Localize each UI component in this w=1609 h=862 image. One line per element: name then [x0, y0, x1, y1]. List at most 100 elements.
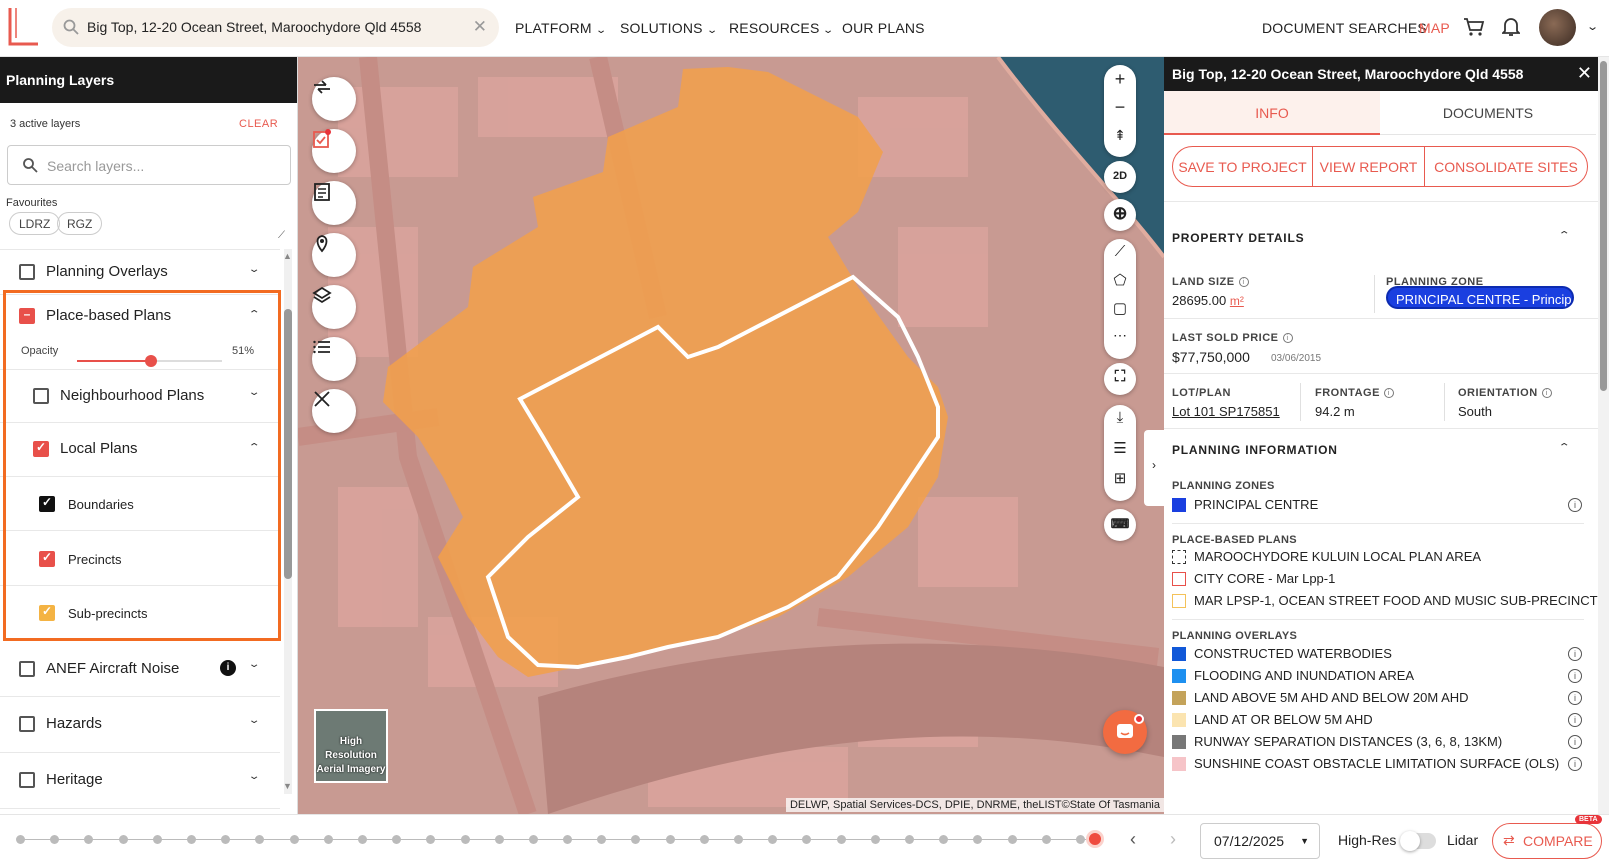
- more-icon[interactable]: ⋯: [1104, 327, 1136, 344]
- info-icon[interactable]: i: [220, 660, 236, 676]
- nav-solutions[interactable]: SOLUTIONS ⌄: [620, 20, 718, 36]
- legend-row[interactable]: FLOODING AND INUNDATION AREA i: [1172, 666, 1586, 686]
- legend-row[interactable]: PRINCIPAL CENTRE i: [1172, 495, 1586, 515]
- nav-document-searches[interactable]: DOCUMENT SEARCHES: [1262, 20, 1427, 36]
- chevron-down-icon[interactable]: ⌄: [248, 771, 261, 782]
- cart-icon[interactable]: [1463, 17, 1485, 37]
- timeline-tick[interactable]: [1041, 835, 1051, 844]
- timeline-tick[interactable]: [665, 835, 675, 844]
- timeline-tick[interactable]: [768, 835, 778, 844]
- planning-zone-badge[interactable]: PRINCIPAL CENTRE - Principal Centre Zone: [1386, 286, 1574, 309]
- scrollbar-thumb[interactable]: [284, 309, 292, 579]
- address-search-bar[interactable]: Big Top, 12-20 Ocean Street, Maroochydor…: [52, 8, 499, 47]
- chevron-up-icon[interactable]: ⌄: [1558, 440, 1571, 451]
- timeline-tick[interactable]: [118, 835, 128, 844]
- clipboard-button[interactable]: [312, 181, 356, 225]
- timeline-tick[interactable]: [973, 835, 983, 844]
- scrollbar[interactable]: [1598, 57, 1609, 814]
- measure-tools-button[interactable]: [312, 389, 356, 433]
- polygon-draw-icon[interactable]: ⬠: [1104, 271, 1136, 289]
- sliders-icon[interactable]: ☰: [1104, 439, 1136, 457]
- info-icon[interactable]: i: [1238, 277, 1249, 288]
- tab-documents[interactable]: DOCUMENTS: [1380, 91, 1596, 135]
- consolidate-sites-button[interactable]: CONSOLIDATE SITES: [1425, 147, 1587, 186]
- high-resolution-imagery-toggle[interactable]: High Resolution Aerial Imagery: [314, 709, 388, 783]
- legend-row[interactable]: SUNSHINE COAST OBSTACLE LIMITATION SURFA…: [1172, 754, 1586, 774]
- rectangle-draw-icon[interactable]: ▢: [1104, 299, 1136, 317]
- timeline-tick[interactable]: [870, 835, 880, 844]
- timeline-tick[interactable]: [563, 835, 573, 844]
- timeline-tick[interactable]: [84, 835, 94, 844]
- date-select[interactable]: 07/12/2025 ▼: [1200, 823, 1320, 859]
- timeline-tick[interactable]: [699, 835, 709, 844]
- 2d-toggle-button[interactable]: 2D: [1104, 161, 1136, 193]
- info-icon[interactable]: i: [1541, 388, 1552, 399]
- timeline-tick[interactable]: [392, 835, 402, 844]
- legend-row[interactable]: CONSTRUCTED WATERBODIES i: [1172, 644, 1586, 664]
- chevron-down-icon[interactable]: ⌄: [248, 659, 261, 670]
- timeline-tick[interactable]: [255, 835, 265, 844]
- timeline-tick[interactable]: [16, 835, 25, 844]
- scroll-down-icon[interactable]: ▼: [283, 781, 292, 791]
- layer-group-heritage[interactable]: Heritage ⌄: [0, 754, 280, 809]
- info-icon[interactable]: i: [1568, 498, 1582, 512]
- keyboard-icon[interactable]: ⌨: [1104, 509, 1136, 541]
- info-icon[interactable]: i: [1568, 713, 1582, 727]
- brand-logo[interactable]: [6, 6, 40, 46]
- map-view[interactable]: High Resolution Aerial Imagery + − ⇞ 2D …: [298, 57, 1164, 814]
- nav-our-plans[interactable]: OUR PLANS: [842, 20, 925, 36]
- info-icon[interactable]: i: [1568, 735, 1582, 749]
- download-icon[interactable]: ⤓: [1104, 409, 1136, 426]
- bell-icon[interactable]: [1502, 17, 1520, 37]
- chevron-down-icon[interactable]: ⌄: [248, 715, 261, 726]
- timeline-tick[interactable]: [836, 835, 846, 844]
- next-date-icon[interactable]: ›: [1170, 829, 1176, 850]
- legend-row[interactable]: MAR LPSP-1, OCEAN STREET FOOD AND MUSIC …: [1172, 591, 1598, 611]
- chevron-down-icon[interactable]: ⌄: [1586, 20, 1599, 33]
- user-avatar[interactable]: [1539, 9, 1576, 46]
- timeline-tick[interactable]: [1076, 835, 1085, 844]
- swap-arrows-button[interactable]: [312, 77, 356, 121]
- lot-plan-link[interactable]: Lot 101 SP175851: [1172, 404, 1280, 419]
- chevron-down-icon[interactable]: ⌄: [248, 264, 261, 275]
- checkbox[interactable]: [19, 716, 35, 732]
- tab-info[interactable]: INFO: [1164, 91, 1380, 135]
- timeline-tick[interactable]: [939, 835, 949, 844]
- scrollbar[interactable]: ▲ ▼: [283, 249, 292, 794]
- legend-row[interactable]: LAND ABOVE 5M AHD AND BELOW 20M AHD i: [1172, 688, 1586, 708]
- timeline-tick[interactable]: [802, 835, 812, 844]
- timeline-tick[interactable]: [460, 835, 470, 844]
- timeline-tick[interactable]: [631, 835, 641, 844]
- favourite-chip[interactable]: LDRZ: [9, 212, 61, 235]
- nav-platform[interactable]: PLATFORM ⌄: [515, 20, 607, 36]
- view-report-button[interactable]: VIEW REPORT: [1313, 147, 1425, 186]
- timeline-tick[interactable]: [50, 835, 60, 844]
- location-pin-button[interactable]: [312, 233, 356, 277]
- info-icon[interactable]: i: [1568, 669, 1582, 683]
- timeline-handle[interactable]: [1086, 830, 1104, 848]
- info-icon[interactable]: i: [1383, 388, 1394, 399]
- high-res-lidar-toggle[interactable]: [1400, 831, 1436, 851]
- line-draw-icon[interactable]: ⟋: [1104, 243, 1136, 260]
- checklist-button[interactable]: [312, 129, 356, 173]
- expand-panel-icon[interactable]: ›: [1144, 430, 1164, 506]
- zoom-in-icon[interactable]: +: [1104, 69, 1136, 90]
- map-canvas[interactable]: [298, 57, 1164, 814]
- timeline-tick[interactable]: [426, 835, 436, 844]
- list-button[interactable]: [312, 337, 356, 381]
- layer-search-input[interactable]: Search layers...: [7, 145, 291, 185]
- info-icon[interactable]: i: [1282, 333, 1293, 344]
- info-icon[interactable]: i: [1568, 691, 1582, 705]
- compass-icon[interactable]: ⇞: [1104, 127, 1136, 144]
- previous-date-icon[interactable]: ‹: [1130, 829, 1136, 850]
- timeline-tick[interactable]: [528, 835, 538, 844]
- zoom-out-icon[interactable]: −: [1104, 97, 1136, 118]
- layer-group-anef-aircraft-noise[interactable]: ANEF Aircraft Noise i ⌄: [0, 642, 280, 697]
- selection-icon[interactable]: ⛶: [1104, 363, 1136, 395]
- chevron-up-icon[interactable]: ⌄: [1558, 228, 1571, 239]
- layers-button[interactable]: [312, 285, 356, 329]
- timeline-tick[interactable]: [1007, 835, 1017, 844]
- layer-group-planning-overlays[interactable]: Planning Overlays ⌄: [0, 250, 280, 295]
- scroll-up-icon[interactable]: ▲: [283, 251, 292, 261]
- locate-icon[interactable]: ⊕: [1104, 199, 1136, 231]
